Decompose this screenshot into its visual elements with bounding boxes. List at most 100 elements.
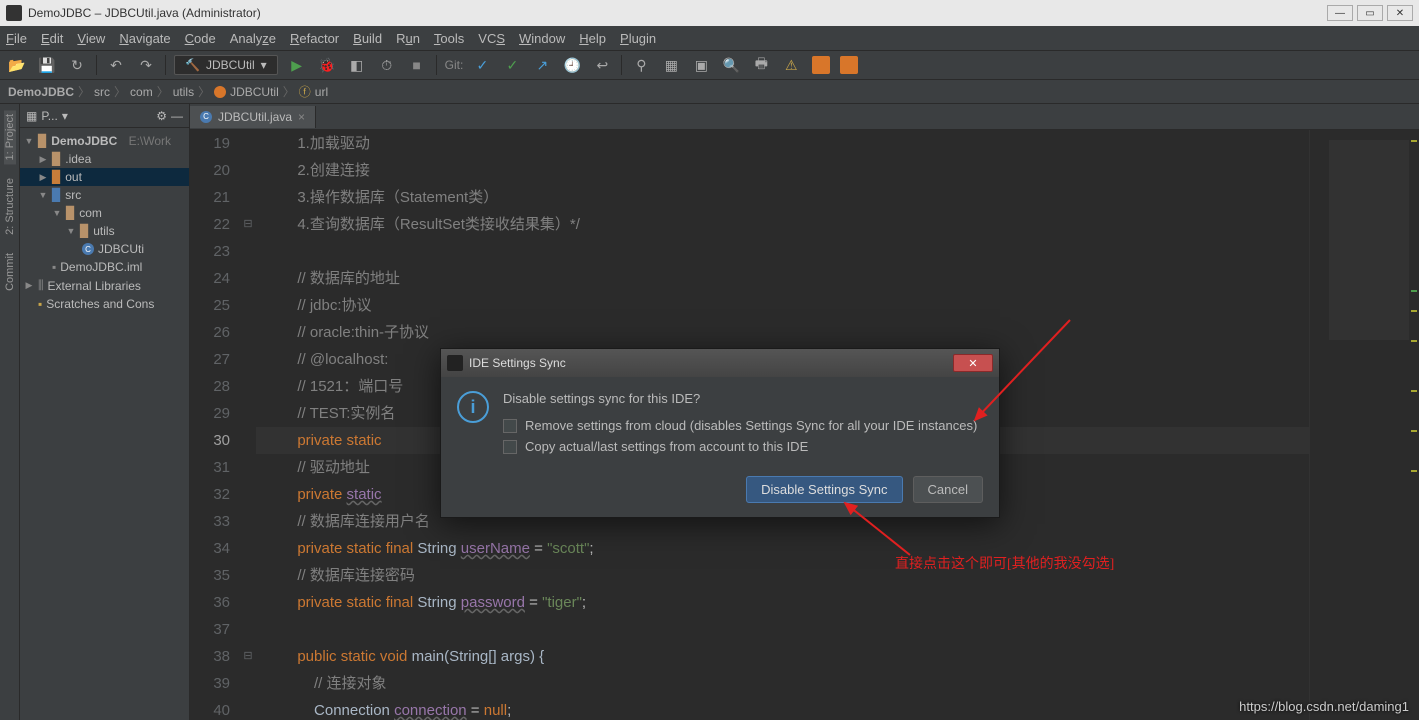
toolbar: 📂 💾 ↻ ↶ ↷ 🔨 JDBCUtil ▾ ▶ 🐞 ◧ ⏱ ■ Git: ✓ … [0, 50, 1419, 80]
git-history-icon[interactable]: 🕘 [561, 54, 583, 76]
cancel-button[interactable]: Cancel [913, 476, 983, 503]
tool-structure[interactable]: 2: Structure [4, 174, 16, 239]
breadcrumb-com[interactable]: com [130, 85, 153, 99]
debug-icon[interactable]: 🐞 [316, 54, 338, 76]
menu-plugin[interactable]: Plugin [620, 31, 656, 46]
folder-icon: ▦ [26, 109, 37, 123]
disable-sync-button[interactable]: Disable Settings Sync [746, 476, 902, 503]
class-file-icon: C [82, 243, 94, 255]
refresh-icon[interactable]: ↻ [66, 54, 88, 76]
menu-navigate[interactable]: Navigate [119, 31, 170, 46]
checkbox-icon[interactable] [503, 419, 517, 433]
breadcrumb-src[interactable]: src [94, 85, 110, 99]
checkbox-icon[interactable] [503, 440, 517, 454]
menu-edit[interactable]: Edit [41, 31, 63, 46]
window-title: DemoJDBC – JDBCUtil.java (Administrator) [28, 6, 261, 20]
coverage-icon[interactable]: ◧ [346, 54, 368, 76]
breadcrumb-field[interactable]: url [315, 85, 328, 99]
tree-iml[interactable]: ▪ DemoJDBC.iml [20, 258, 189, 276]
minimize-button[interactable]: — [1327, 5, 1353, 21]
tree-scratches[interactable]: ▪ Scratches and Cons [20, 295, 189, 313]
menu-vcs[interactable]: VCS [478, 31, 505, 46]
tree-utils[interactable]: ▼▉ utils [20, 222, 189, 240]
menu-help[interactable]: Help [579, 31, 606, 46]
project-tree: ▼▉ DemoJDBC E:\Work ▶▉ .idea ▶▉ out ▼▉ s… [20, 128, 189, 317]
tool-project[interactable]: 1: Project [4, 110, 16, 164]
git-label: Git: [445, 58, 464, 72]
settings-sync-dialog: IDE Settings Sync ✕ i Disable settings s… [440, 348, 1000, 518]
gear-icon[interactable]: ⚙ [156, 109, 167, 123]
find-icon[interactable]: 🔍 [720, 54, 742, 76]
checkbox-copy-settings[interactable]: Copy actual/last settings from account t… [503, 439, 983, 454]
open-icon[interactable]: 📂 [6, 54, 28, 76]
menu-refactor[interactable]: Refactor [290, 31, 339, 46]
maximize-button[interactable]: ▭ [1357, 5, 1383, 21]
structure-icon[interactable]: ▦ [660, 54, 682, 76]
fold-column: ⊟⊟ [240, 130, 256, 720]
breadcrumb-class[interactable]: JDBCUtil [230, 85, 279, 99]
collapse-icon[interactable]: — [171, 109, 183, 123]
class-icon: C [200, 111, 212, 123]
save-icon[interactable]: 💾 [36, 54, 58, 76]
tab-jdbcutil[interactable]: C JDBCUtil.java × [190, 106, 316, 128]
window-titlebar: DemoJDBC – JDBCUtil.java (Administrator)… [0, 0, 1419, 26]
redo-icon[interactable]: ↷ [135, 54, 157, 76]
tree-external-libraries[interactable]: ▶⫼ External Libraries [20, 276, 189, 295]
warning-icon[interactable]: ⚠ [780, 54, 802, 76]
left-tool-strip: 1: Project 2: Structure Commit [0, 104, 20, 720]
dialog-titlebar[interactable]: IDE Settings Sync ✕ [441, 349, 999, 377]
undo-icon[interactable]: ↶ [105, 54, 127, 76]
dialog-close-button[interactable]: ✕ [953, 354, 993, 372]
git-update-icon[interactable]: ✓ [471, 54, 493, 76]
menu-window[interactable]: Window [519, 31, 565, 46]
sidebar-header: ▦ P... ▾ ⚙ — [20, 104, 189, 128]
app-icon [6, 5, 22, 21]
tree-idea[interactable]: ▶▉ .idea [20, 150, 189, 168]
tree-jdbcutil[interactable]: C JDBCUti [20, 240, 189, 258]
menu-run[interactable]: Run [396, 31, 420, 46]
menu-code[interactable]: Code [185, 31, 216, 46]
git-commit-icon[interactable]: ✓ [501, 54, 523, 76]
menu-file[interactable]: File [6, 31, 27, 46]
menu-tools[interactable]: Tools [434, 31, 464, 46]
run-icon[interactable]: ▶ [286, 54, 308, 76]
tree-src[interactable]: ▼▉ src [20, 186, 189, 204]
dialog-title: IDE Settings Sync [469, 356, 566, 370]
git-push-icon[interactable]: ↗ [531, 54, 553, 76]
plugin-icon-2[interactable] [840, 56, 858, 74]
menubar: File Edit View Navigate Code Analyze Ref… [0, 26, 1419, 50]
plugin-icon-1[interactable] [812, 56, 830, 74]
tool-commit[interactable]: Commit [4, 249, 16, 295]
search-icon[interactable]: ⚲ [630, 54, 652, 76]
stop-icon[interactable]: ■ [406, 54, 428, 76]
close-tab-icon[interactable]: × [298, 110, 305, 124]
breadcrumb: DemoJDBC 〉 src 〉 com 〉 utils 〉 JDBCUtil … [0, 80, 1419, 104]
printer-icon[interactable]: 🖶 [750, 54, 772, 76]
dialog-app-icon [447, 355, 463, 371]
close-window-button[interactable]: ✕ [1387, 5, 1413, 21]
minimap[interactable] [1309, 130, 1419, 720]
dropdown-icon: ▾ [261, 58, 267, 72]
screenshot-icon[interactable]: ▣ [690, 54, 712, 76]
tree-out[interactable]: ▶▉ out [20, 168, 189, 186]
tree-com[interactable]: ▼▉ com [20, 204, 189, 222]
class-icon [214, 86, 226, 98]
checkbox-remove-cloud[interactable]: Remove settings from cloud (disables Set… [503, 418, 983, 433]
line-gutter: 1920212223242526272829303132333435363738… [190, 130, 240, 720]
field-icon: ⓕ [299, 83, 311, 100]
watermark: https://blog.csdn.net/daming1 [1239, 699, 1409, 714]
project-sidebar: ▦ P... ▾ ⚙ — ▼▉ DemoJDBC E:\Work ▶▉ .ide… [20, 104, 190, 720]
tree-root[interactable]: ▼▉ DemoJDBC E:\Work [20, 132, 189, 150]
editor-tabs: C JDBCUtil.java × [190, 104, 1419, 130]
run-config-selector[interactable]: 🔨 JDBCUtil ▾ [174, 55, 278, 75]
breadcrumb-root[interactable]: DemoJDBC [8, 85, 74, 99]
menu-analyze[interactable]: Analyze [230, 31, 276, 46]
hammer-icon: 🔨 [185, 58, 200, 72]
git-revert-icon[interactable]: ↩ [591, 54, 613, 76]
breadcrumb-utils[interactable]: utils [173, 85, 194, 99]
dialog-question: Disable settings sync for this IDE? [503, 391, 983, 406]
menu-build[interactable]: Build [353, 31, 382, 46]
profile-icon[interactable]: ⏱ [376, 54, 398, 76]
menu-view[interactable]: View [77, 31, 105, 46]
info-icon: i [457, 391, 489, 423]
